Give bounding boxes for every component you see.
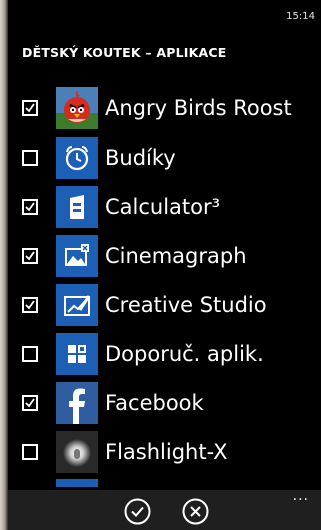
app-name: Creative Studio bbox=[105, 293, 267, 317]
app-name: Budíky bbox=[105, 146, 176, 170]
list-item-flashlight-x[interactable]: Flashlight-X bbox=[0, 430, 321, 478]
app-name: Facebook bbox=[105, 391, 204, 415]
list-item-creative-studio[interactable]: Creative Studio bbox=[0, 283, 321, 331]
app-name: Doporuč. aplik. bbox=[105, 342, 264, 366]
checkbox[interactable] bbox=[22, 297, 38, 313]
close-circle-icon bbox=[182, 498, 209, 525]
calculator-icon bbox=[56, 186, 98, 228]
status-time: 15:14 bbox=[286, 11, 315, 22]
more-options-button[interactable]: ... bbox=[293, 488, 309, 504]
recommended-apps-icon bbox=[56, 333, 98, 375]
checkbox[interactable] bbox=[22, 199, 38, 215]
app-name: Flashlight-X bbox=[105, 440, 228, 464]
list-item-calculator[interactable]: Calculator³ bbox=[0, 185, 321, 233]
checkbox[interactable] bbox=[22, 444, 38, 460]
list-item-angry-birds-roost[interactable]: Angry Birds Roost bbox=[0, 86, 321, 134]
checkbox[interactable] bbox=[22, 150, 38, 166]
facebook-icon bbox=[56, 382, 98, 424]
list-item-budiky[interactable]: Budíky bbox=[0, 136, 321, 184]
alarm-clock-icon bbox=[56, 137, 98, 179]
page-title: DĚTSKÝ KOUTEK – APLIKACE bbox=[22, 45, 227, 60]
creative-studio-icon bbox=[56, 284, 98, 326]
checkbox[interactable] bbox=[22, 100, 38, 116]
app-name: Angry Birds Roost bbox=[105, 96, 292, 120]
flashlight-icon bbox=[56, 431, 98, 473]
confirm-button[interactable] bbox=[124, 498, 151, 525]
app-bar: ... bbox=[8, 488, 321, 530]
list-item-cinemagraph[interactable]: Cinemagraph bbox=[0, 234, 321, 282]
cinemagraph-icon bbox=[56, 235, 98, 277]
app-name: Calculator³ bbox=[105, 195, 221, 219]
cancel-button[interactable] bbox=[182, 498, 209, 525]
checkbox[interactable] bbox=[22, 248, 38, 264]
status-bar: 15:14 bbox=[0, 0, 321, 28]
app-name: Cinemagraph bbox=[105, 244, 247, 268]
list-item-facebook[interactable]: Facebook bbox=[0, 381, 321, 429]
check-circle-icon bbox=[124, 498, 151, 525]
app-tile-icon bbox=[56, 479, 98, 487]
checkbox[interactable] bbox=[22, 395, 38, 411]
list-item-doporuc-aplik[interactable]: Doporuč. aplik. bbox=[0, 332, 321, 380]
angry-birds-icon bbox=[56, 87, 98, 129]
checkbox[interactable] bbox=[22, 346, 38, 362]
